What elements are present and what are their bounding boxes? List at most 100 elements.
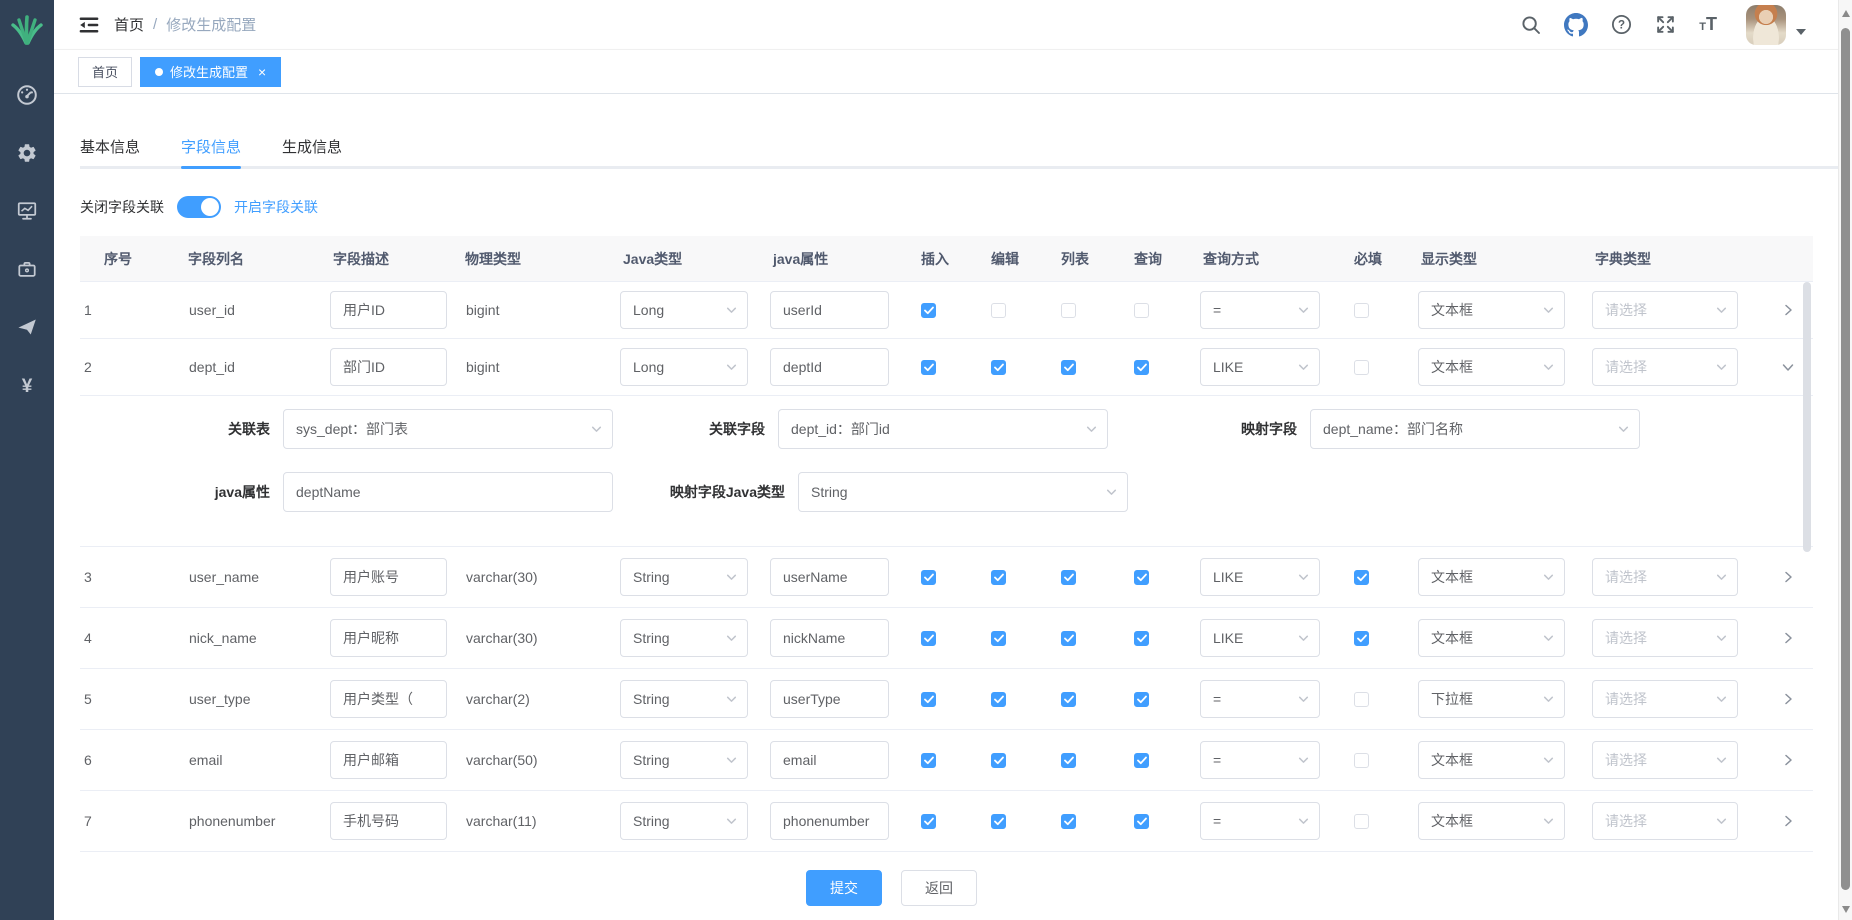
query-checkbox[interactable] bbox=[1134, 814, 1149, 829]
java-field-input[interactable] bbox=[770, 291, 889, 329]
java-field-input[interactable] bbox=[770, 619, 889, 657]
required-checkbox[interactable] bbox=[1354, 360, 1369, 375]
list-checkbox[interactable] bbox=[1061, 360, 1076, 375]
dict-type-select[interactable]: 请选择 bbox=[1592, 680, 1738, 718]
expand-row-icon[interactable] bbox=[1776, 687, 1800, 711]
query-checkbox[interactable] bbox=[1134, 360, 1149, 375]
html-type-select[interactable]: 文本框 bbox=[1418, 558, 1565, 596]
expand-row-icon[interactable] bbox=[1776, 748, 1800, 772]
query-type-select[interactable]: LIKE bbox=[1200, 558, 1320, 596]
java-field-input[interactable] bbox=[770, 741, 889, 779]
required-checkbox[interactable] bbox=[1354, 692, 1369, 707]
dict-type-select[interactable]: 请选择 bbox=[1592, 802, 1738, 840]
query-type-select[interactable]: = bbox=[1200, 802, 1320, 840]
collapse-row-icon[interactable] bbox=[1776, 355, 1800, 379]
sidebar-item-pay[interactable]: ¥ bbox=[0, 358, 54, 416]
edit-checkbox[interactable] bbox=[991, 570, 1006, 585]
query-checkbox[interactable] bbox=[1134, 570, 1149, 585]
java-type-select[interactable]: String bbox=[620, 619, 748, 657]
edit-checkbox[interactable] bbox=[991, 360, 1006, 375]
sidebar-item-dashboard[interactable] bbox=[0, 68, 54, 126]
insert-checkbox[interactable] bbox=[921, 570, 936, 585]
java-type-select[interactable]: String bbox=[620, 680, 748, 718]
required-checkbox[interactable] bbox=[1354, 814, 1369, 829]
query-type-select[interactable]: LIKE bbox=[1200, 619, 1320, 657]
java-type-select[interactable]: String bbox=[620, 802, 748, 840]
java-field-input[interactable] bbox=[770, 802, 889, 840]
help-icon[interactable]: ? bbox=[1611, 14, 1632, 35]
scroll-down-icon[interactable] bbox=[1842, 906, 1850, 913]
list-checkbox[interactable] bbox=[1061, 814, 1076, 829]
query-checkbox[interactable] bbox=[1134, 692, 1149, 707]
required-checkbox[interactable] bbox=[1354, 631, 1369, 646]
insert-checkbox[interactable] bbox=[921, 814, 936, 829]
insert-checkbox[interactable] bbox=[921, 303, 936, 318]
app-logo[interactable] bbox=[8, 8, 46, 54]
insert-checkbox[interactable] bbox=[921, 631, 936, 646]
edit-checkbox[interactable] bbox=[991, 303, 1006, 318]
java-field-input[interactable] bbox=[770, 680, 889, 718]
table-scrollbar-thumb[interactable] bbox=[1803, 282, 1811, 552]
dict-type-select[interactable]: 请选择 bbox=[1592, 558, 1738, 596]
scroll-up-icon[interactable] bbox=[1842, 10, 1850, 17]
edit-checkbox[interactable] bbox=[991, 692, 1006, 707]
html-type-select[interactable]: 文本框 bbox=[1418, 741, 1565, 779]
fullscreen-icon[interactable] bbox=[1655, 14, 1676, 35]
back-button[interactable]: 返回 bbox=[901, 870, 977, 906]
list-checkbox[interactable] bbox=[1061, 303, 1076, 318]
mapping-field-select[interactable]: dept_name：部门名称 bbox=[1310, 409, 1640, 449]
sidebar-item-tool[interactable] bbox=[0, 242, 54, 300]
column-desc-input[interactable] bbox=[330, 802, 447, 840]
dict-type-select[interactable]: 请选择 bbox=[1592, 619, 1738, 657]
java-field-input[interactable] bbox=[770, 558, 889, 596]
java-type-select[interactable]: String bbox=[620, 741, 748, 779]
list-checkbox[interactable] bbox=[1061, 631, 1076, 646]
html-type-select[interactable]: 下拉框 bbox=[1418, 680, 1565, 718]
edit-checkbox[interactable] bbox=[991, 814, 1006, 829]
user-menu[interactable] bbox=[1746, 5, 1806, 45]
submit-button[interactable]: 提交 bbox=[806, 870, 882, 906]
insert-checkbox[interactable] bbox=[921, 753, 936, 768]
page-scrollbar[interactable] bbox=[1838, 0, 1852, 920]
java-type-select[interactable]: Long bbox=[620, 291, 748, 329]
sidebar-item-guide[interactable] bbox=[0, 300, 54, 358]
sidebar-toggle-icon[interactable] bbox=[78, 14, 100, 36]
html-type-select[interactable]: 文本框 bbox=[1418, 291, 1565, 329]
column-desc-input[interactable] bbox=[330, 291, 447, 329]
expand-row-icon[interactable] bbox=[1776, 565, 1800, 589]
column-desc-input[interactable] bbox=[330, 741, 447, 779]
tab-generate-info[interactable]: 生成信息 bbox=[282, 112, 342, 166]
dict-type-select[interactable]: 请选择 bbox=[1592, 741, 1738, 779]
mapping-java-type-select[interactable]: String bbox=[798, 472, 1128, 512]
expand-row-icon[interactable] bbox=[1776, 298, 1800, 322]
query-type-select[interactable]: LIKE bbox=[1200, 348, 1320, 386]
list-checkbox[interactable] bbox=[1061, 570, 1076, 585]
close-icon[interactable]: × bbox=[258, 65, 266, 79]
breadcrumb-home[interactable]: 首页 bbox=[114, 14, 144, 35]
html-type-select[interactable]: 文本框 bbox=[1418, 348, 1565, 386]
insert-checkbox[interactable] bbox=[921, 692, 936, 707]
list-checkbox[interactable] bbox=[1061, 753, 1076, 768]
page-scrollbar-thumb[interactable] bbox=[1841, 28, 1850, 890]
query-checkbox[interactable] bbox=[1134, 631, 1149, 646]
edit-checkbox[interactable] bbox=[991, 631, 1006, 646]
query-checkbox[interactable] bbox=[1134, 303, 1149, 318]
tab-field-info[interactable]: 字段信息 bbox=[181, 112, 241, 166]
required-checkbox[interactable] bbox=[1354, 753, 1369, 768]
column-desc-input[interactable] bbox=[330, 558, 447, 596]
edit-checkbox[interactable] bbox=[991, 753, 1006, 768]
java-type-select[interactable]: String bbox=[620, 558, 748, 596]
font-size-icon[interactable]: TT bbox=[1699, 14, 1717, 35]
query-checkbox[interactable] bbox=[1134, 753, 1149, 768]
list-checkbox[interactable] bbox=[1061, 692, 1076, 707]
column-desc-input[interactable] bbox=[330, 348, 447, 386]
required-checkbox[interactable] bbox=[1354, 570, 1369, 585]
html-type-select[interactable]: 文本框 bbox=[1418, 802, 1565, 840]
insert-checkbox[interactable] bbox=[921, 360, 936, 375]
expand-row-icon[interactable] bbox=[1776, 626, 1800, 650]
tab-basic-info[interactable]: 基本信息 bbox=[80, 112, 140, 166]
query-type-select[interactable]: = bbox=[1200, 680, 1320, 718]
github-icon[interactable] bbox=[1564, 13, 1588, 37]
relation-toggle-switch[interactable] bbox=[177, 196, 221, 218]
query-type-select[interactable]: = bbox=[1200, 291, 1320, 329]
